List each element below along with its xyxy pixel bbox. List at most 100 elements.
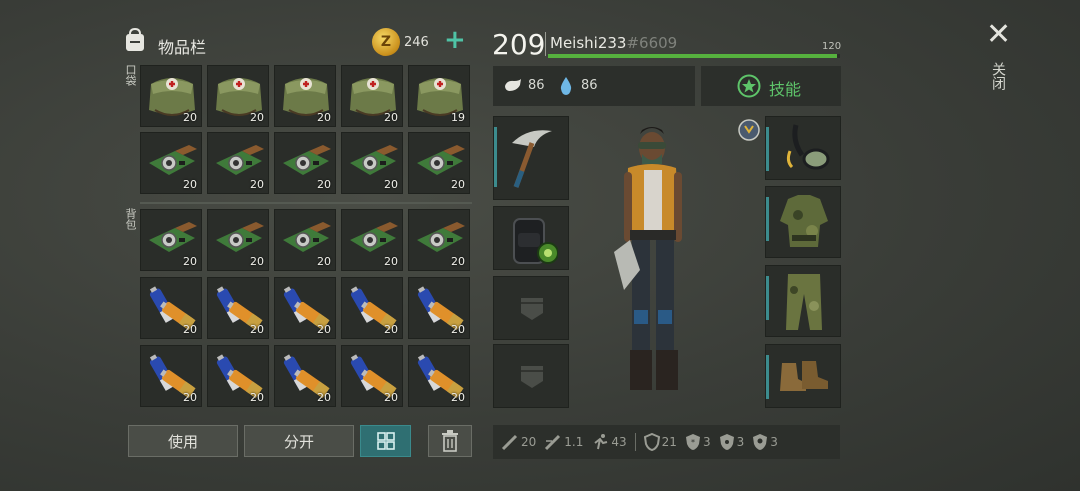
boots-icon (780, 361, 828, 391)
inventory-slot-circuit-board[interactable]: 20 (207, 209, 269, 271)
toxic-shield-icon (753, 434, 768, 450)
inventory-slot-circuit-board[interactable]: 20 (341, 132, 403, 194)
radiation-shield-icon (719, 434, 734, 450)
inventory-slot-batteries[interactable]: 20 (140, 345, 202, 407)
trash-icon (442, 430, 458, 452)
item-count: 20 (183, 178, 197, 191)
stat-cold-value: 3 (702, 435, 711, 449)
xp-fill (548, 54, 838, 58)
pocket-slot-1[interactable] (493, 276, 569, 340)
item-count: 20 (451, 323, 465, 336)
stat-speed: 43 (591, 433, 627, 451)
backpack-slot[interactable] (493, 206, 569, 270)
item-count: 20 (250, 255, 264, 268)
inventory-title: 物品栏 (158, 38, 207, 57)
item-count: 20 (317, 178, 331, 191)
pickaxe-icon (512, 130, 552, 188)
grid-icon (376, 432, 395, 450)
item-count: 20 (451, 255, 465, 268)
inventory-slot-circuit-board[interactable]: 20 (408, 209, 470, 271)
pocket-slot-2[interactable] (493, 344, 569, 408)
inventory-slot-batteries[interactable]: 20 (341, 277, 403, 339)
backpack-gear-icon (513, 218, 558, 264)
item-count: 19 (451, 111, 465, 124)
character-stats-bar: 20 1.1 43 21 * 3 3 3 (493, 425, 840, 459)
inventory-slot-circuit-board[interactable]: 20 (341, 209, 403, 271)
item-count: 20 (183, 255, 197, 268)
inventory-slot-batteries[interactable]: 20 (274, 277, 336, 339)
item-count: 20 (384, 255, 398, 268)
add-coins-button[interactable]: + (444, 27, 466, 53)
skills-button[interactable]: 技能 (701, 66, 841, 106)
item-count: 20 (384, 178, 398, 191)
inventory-slot-circuit-board[interactable]: 20 (274, 132, 336, 194)
xp-max: 120 (822, 41, 842, 52)
stat-damage-value: 20 (521, 435, 537, 449)
weapon-slot[interactable] (493, 116, 569, 200)
hunger-value: 86 (528, 78, 545, 93)
inventory-slot-circuit-board[interactable]: 20 (207, 132, 269, 194)
item-count: 20 (250, 391, 264, 404)
legs-slot[interactable] (765, 265, 841, 337)
coin-icon: Z (372, 28, 400, 56)
inventory-slot-batteries[interactable]: 20 (408, 277, 470, 339)
item-count: 20 (183, 111, 197, 124)
xp-bar (548, 54, 840, 58)
trash-button[interactable] (428, 425, 472, 457)
inventory-slot-medkit-bag[interactable]: 19 (408, 65, 470, 127)
inventory-slot-batteries[interactable]: 20 (207, 345, 269, 407)
inventory-slot-batteries[interactable]: 20 (341, 345, 403, 407)
inventory-slot-circuit-board[interactable]: 20 (408, 132, 470, 194)
sword-icon (501, 434, 518, 451)
water-drop-icon (560, 77, 572, 95)
armor-badge-icon (738, 119, 760, 141)
inventory-slot-circuit-board[interactable]: 20 (140, 132, 202, 194)
use-button[interactable]: 使用 (128, 425, 238, 457)
cold-shield-icon: * (685, 434, 700, 450)
item-count: 20 (250, 111, 264, 124)
inventory-slot-medkit-bag[interactable]: 20 (274, 65, 336, 127)
pocket-label: 口袋 (124, 64, 137, 86)
inventory-slot-batteries[interactable]: 20 (140, 277, 202, 339)
attack-speed-icon (545, 434, 561, 451)
inventory-slot-circuit-board[interactable]: 20 (140, 209, 202, 271)
thirst-value: 86 (581, 78, 598, 93)
head-slot[interactable] (765, 116, 841, 180)
backpack-label: 背包 (124, 208, 137, 230)
item-count: 20 (250, 178, 264, 191)
close-label[interactable]: 关闭 (988, 62, 1008, 90)
inventory-slot-batteries[interactable]: 20 (207, 277, 269, 339)
inventory-slot-circuit-board[interactable]: 20 (274, 209, 336, 271)
stat-attack-speed: 1.1 (544, 433, 583, 451)
stat-damage: 20 (501, 433, 536, 451)
backpack-icon (126, 27, 144, 51)
item-count: 20 (317, 391, 331, 404)
player-name: Meishi233 (550, 34, 627, 52)
player-level: 209 (492, 28, 546, 61)
item-count: 20 (317, 323, 331, 336)
inventory-slot-medkit-bag[interactable]: 20 (207, 65, 269, 127)
item-count: 20 (451, 391, 465, 404)
item-count: 20 (317, 111, 331, 124)
inventory-slot-medkit-bag[interactable]: 20 (140, 65, 202, 127)
inventory-slot-batteries[interactable]: 20 (408, 345, 470, 407)
item-count: 20 (384, 391, 398, 404)
inventory-slot-batteries[interactable]: 20 (274, 345, 336, 407)
close-icon[interactable]: ✕ (986, 20, 1011, 50)
hunger-icon (505, 79, 521, 91)
stat-speed-value: 43 (611, 435, 627, 449)
stat-cold: * 3 (685, 433, 711, 451)
player-name-line: Meishi233#6609 (550, 34, 677, 52)
coin-count: 246 (404, 35, 429, 50)
item-count: 20 (384, 323, 398, 336)
svg-text:*: * (691, 438, 695, 447)
split-button[interactable]: 分开 (244, 425, 354, 457)
body-slot[interactable] (765, 186, 841, 258)
stat-toxic-value: 3 (770, 435, 778, 449)
inventory-slot-medkit-bag[interactable]: 20 (341, 65, 403, 127)
item-count: 20 (384, 111, 398, 124)
survival-stats: 86 86 (493, 66, 695, 106)
item-count: 20 (317, 255, 331, 268)
grid-view-button[interactable] (360, 425, 411, 457)
feet-slot[interactable] (765, 344, 841, 408)
